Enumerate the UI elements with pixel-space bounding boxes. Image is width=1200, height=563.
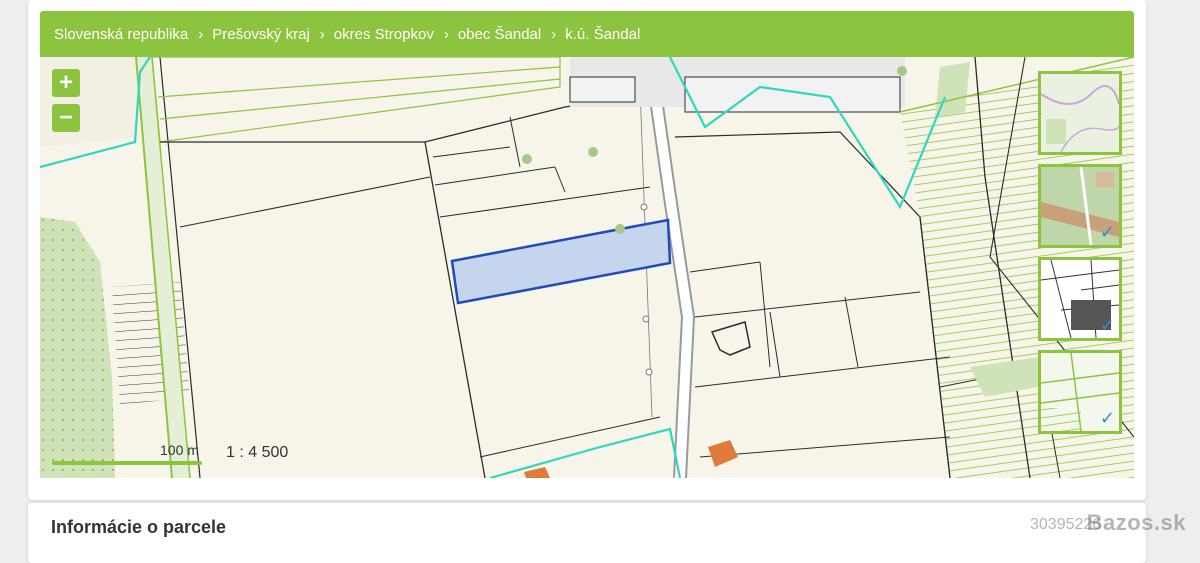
map-canvas[interactable] [40, 57, 1134, 478]
breadcrumb-item-district[interactable]: okres Stropkov [334, 26, 434, 43]
scale-line [52, 461, 202, 465]
scale-label: 100 m [160, 442, 199, 458]
breadcrumb-item-region[interactable]: Prešovský kraj [212, 26, 310, 43]
breadcrumb: Slovenská republika › Prešovský kraj › o… [40, 11, 1134, 57]
breadcrumb-item-municipality[interactable]: obec Šandal [458, 26, 541, 43]
scale-ratio: 1 : 4 500 [226, 444, 289, 461]
zoom-in-button[interactable]: + [52, 69, 80, 97]
cadastral-c-layer-button[interactable]: ✓ [1038, 257, 1122, 341]
breadcrumb-separator: › [198, 25, 204, 43]
zoom-out-button[interactable]: − [52, 104, 80, 132]
breadcrumb-separator: › [443, 25, 449, 43]
breadcrumb-separator: › [551, 25, 557, 43]
orthophoto-layer-button[interactable]: ✓ [1038, 164, 1122, 248]
cadastral-map[interactable]: + − 100 m 1 : 4 500 ✓ ✓ ✓ [40, 57, 1134, 478]
checkmark-icon: ✓ [1099, 222, 1115, 242]
parcel-info-title: Informácie o parcele [51, 517, 227, 537]
checkmark-icon: ✓ [1099, 408, 1115, 428]
topographic-layer-button[interactable] [1038, 71, 1122, 155]
checkmark-icon: ✓ [1099, 315, 1115, 335]
cadastral-e-layer-button[interactable]: ✓ [1038, 350, 1122, 434]
parcel-info-card: Informácie o parcele [28, 503, 1146, 563]
watermark-logo: Bazos.sk [1086, 510, 1186, 535]
scale-bar: 100 m [52, 442, 228, 470]
breadcrumb-item-cadastral-area[interactable]: k.ú. Šandal [565, 26, 640, 43]
breadcrumb-separator: › [319, 25, 325, 43]
topographic-layer-thumbnail [1041, 74, 1119, 152]
breadcrumb-item-country[interactable]: Slovenská republika [54, 26, 188, 43]
